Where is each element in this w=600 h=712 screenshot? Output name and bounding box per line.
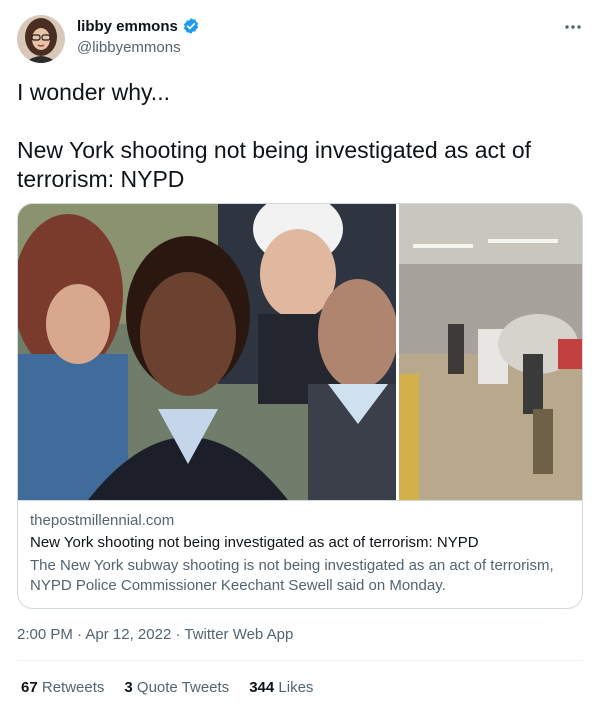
card-title: New York shooting not being investigated…: [30, 534, 479, 551]
tweet-text: I wonder why... New York shooting not be…: [17, 79, 532, 192]
engagement-stats: 67 Retweets 3 Quote Tweets 344 Likes: [21, 679, 313, 696]
likes-label: Likes: [278, 679, 314, 696]
tweet-source[interactable]: Twitter Web App: [184, 626, 293, 643]
card-description: The New York subway shooting is not bein…: [30, 557, 554, 594]
quote-tweets-label: Quote Tweets: [136, 679, 230, 696]
retweets-count: 67: [21, 679, 38, 696]
author-name-row[interactable]: libby emmons: [77, 17, 200, 35]
meta-separator-2: ·: [171, 626, 185, 643]
display-name[interactable]: libby emmons: [77, 18, 178, 35]
quote-tweets-stat[interactable]: 3 Quote Tweets: [124, 679, 229, 696]
tweet: libby emmons @libbyemmons I wonder why..…: [0, 0, 600, 712]
retweets-stat[interactable]: 67 Retweets: [21, 679, 104, 696]
verified-badge-icon: [183, 18, 198, 34]
likes-stat[interactable]: 344 Likes: [249, 679, 313, 696]
retweets-label: Retweets: [41, 679, 105, 696]
tweet-meta: 2:00 PM · Apr 12, 2022 · Twitter Web App: [17, 626, 293, 643]
quote-tweets-count: 3: [124, 679, 133, 696]
tweet-date[interactable]: Apr 12, 2022: [85, 626, 171, 643]
card-body[interactable]: thepostmillennial.com New York shooting …: [18, 500, 582, 608]
author-handle[interactable]: @libbyemmons: [77, 39, 181, 56]
link-card[interactable]: thepostmillennial.com New York shooting …: [17, 203, 583, 609]
meta-separator: ·: [72, 626, 86, 643]
card-image[interactable]: [18, 204, 582, 500]
avatar[interactable]: [17, 15, 65, 63]
tweet-time[interactable]: 2:00 PM: [17, 626, 73, 643]
card-domain: thepostmillennial.com: [30, 512, 175, 529]
divider: [17, 660, 583, 661]
more-dots-icon[interactable]: [562, 16, 584, 38]
likes-count: 344: [249, 679, 275, 696]
